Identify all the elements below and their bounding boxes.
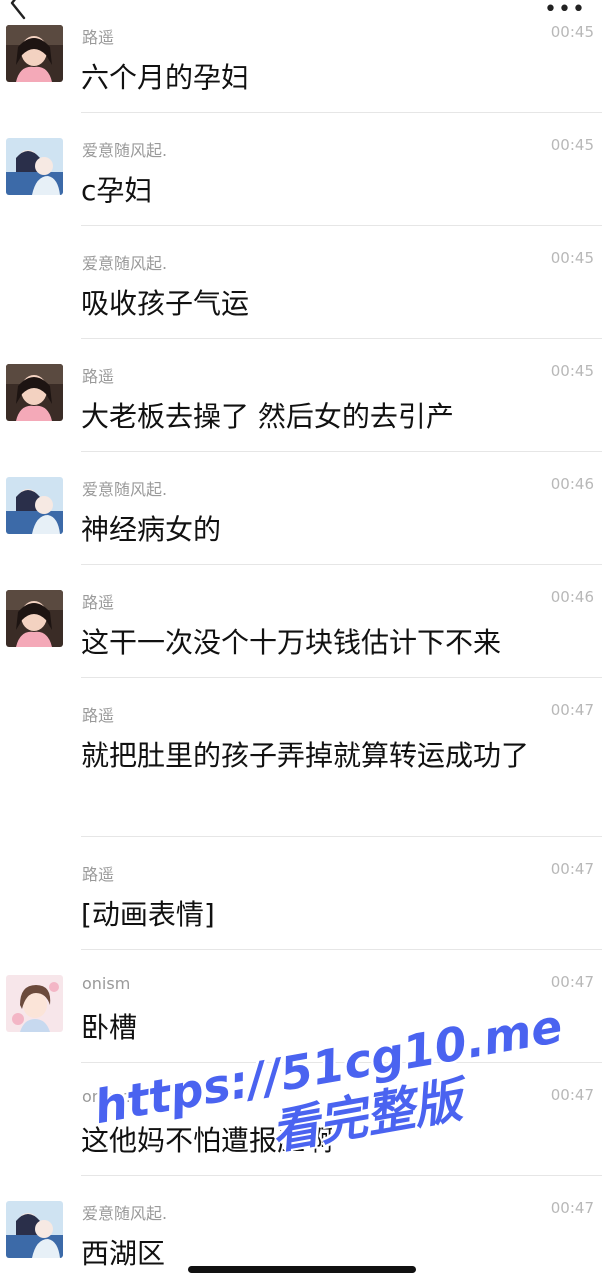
avatar[interactable]: [6, 138, 63, 195]
sender-name: 路遥: [82, 706, 115, 725]
message-time: 00:47: [550, 701, 594, 719]
message-text: [动画表情]: [81, 898, 215, 931]
message-text: c孕妇: [81, 174, 153, 207]
top-bar: •••: [0, 0, 602, 26]
chevron-left-icon[interactable]: [4, 0, 32, 20]
message-text: 就把肚里的孩子弄掉就算转运成功了: [81, 739, 530, 772]
sender-name: onism: [82, 974, 131, 993]
avatar[interactable]: [6, 1201, 63, 1258]
list-item[interactable]: 路遥 00:46 这干一次没个十万块钱估计下不来: [0, 565, 602, 678]
message-text: 神经病女的: [81, 513, 222, 546]
message-time: 00:46: [550, 588, 594, 606]
list-item[interactable]: 路遥 00:47 就把肚里的孩子弄掉就算转运成功了: [0, 678, 602, 837]
message-time: 00:47: [550, 973, 594, 991]
sender-name: 路遥: [82, 593, 115, 612]
message-time: 00:45: [550, 249, 594, 267]
message-time: 00:47: [550, 1199, 594, 1217]
avatar[interactable]: [6, 590, 63, 647]
list-item[interactable]: 爱意随风起. 00:47 西湖区: [0, 1176, 602, 1276]
message-text: 六个月的孕妇: [81, 61, 250, 94]
avatar[interactable]: [6, 477, 63, 534]
sender-name: 爱意随风起.: [82, 1204, 168, 1223]
message-time: 00:45: [550, 362, 594, 380]
sender-name: 路遥: [82, 28, 115, 47]
sender-name: 路遥: [82, 865, 115, 884]
more-options-button[interactable]: •••: [544, 0, 585, 22]
list-item[interactable]: 爱意随风起. 00:45 c孕妇: [0, 113, 602, 226]
avatar[interactable]: [6, 975, 63, 1032]
list-item[interactable]: 路遥 00:47 [动画表情]: [0, 837, 602, 950]
list-item[interactable]: 爱意随风起. 00:46 神经病女的: [0, 452, 602, 565]
message-text: 这干一次没个十万块钱估计下不来: [81, 626, 502, 659]
sender-name: 路遥: [82, 367, 115, 386]
message-text: 大老板去操了 然后女的去引产: [81, 400, 454, 433]
sender-name: 爱意随风起.: [82, 254, 168, 273]
list-item[interactable]: 路遥 00:45 大老板去操了 然后女的去引产: [0, 339, 602, 452]
message-text: 吸收孩子气运: [81, 287, 250, 320]
avatar[interactable]: [6, 364, 63, 421]
home-indicator[interactable]: [188, 1266, 416, 1273]
sender-name: 爱意随风起.: [82, 480, 168, 499]
avatar[interactable]: [6, 25, 63, 82]
message-time: 00:47: [550, 860, 594, 878]
message-time: 00:45: [550, 136, 594, 154]
list-item[interactable]: 爱意随风起. 00:45 吸收孩子气运: [0, 226, 602, 339]
message-time: 00:46: [550, 475, 594, 493]
sender-name: 爱意随风起.: [82, 141, 168, 160]
